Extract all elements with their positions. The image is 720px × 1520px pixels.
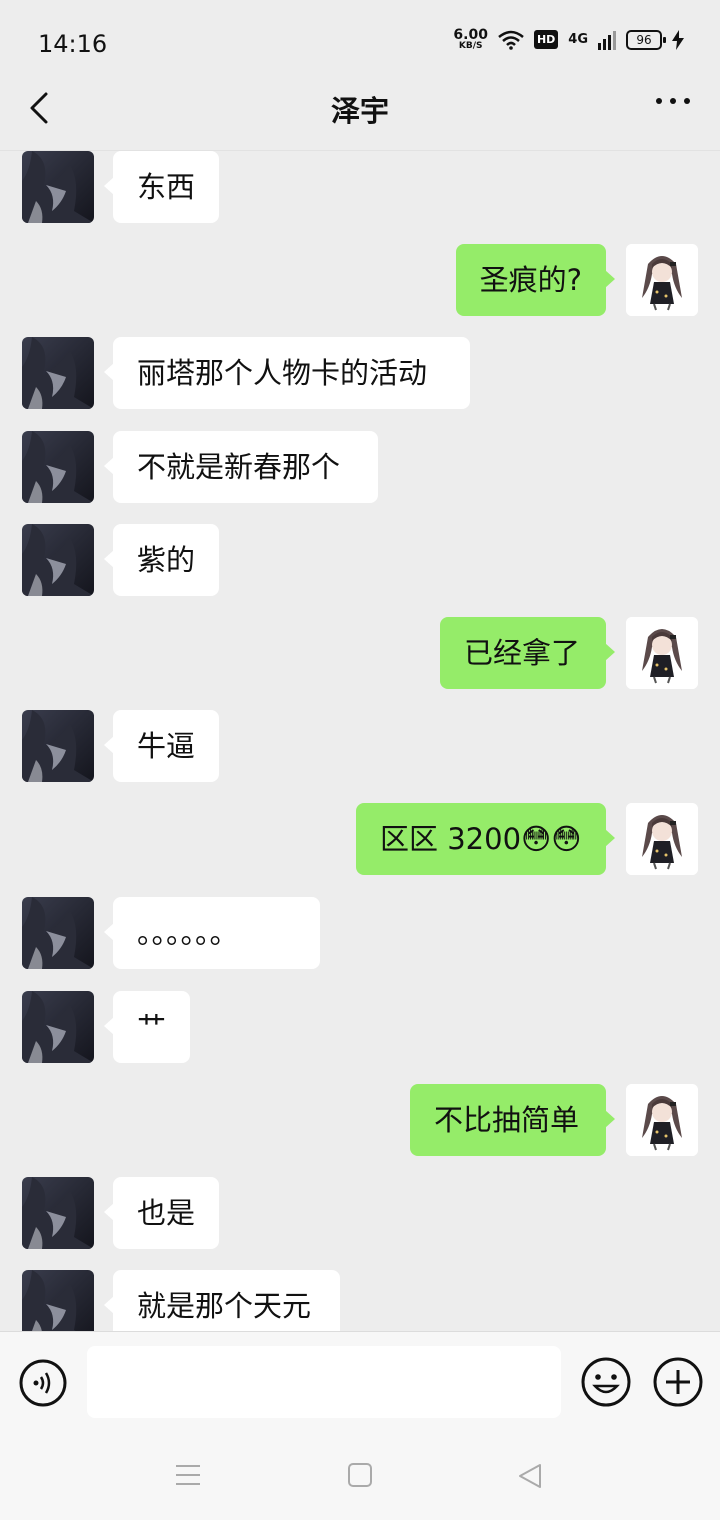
contact-avatar[interactable]	[22, 991, 94, 1063]
message-row: 也是	[0, 1177, 720, 1249]
contact-avatar[interactable]	[22, 337, 94, 409]
status-time: 14:16	[38, 30, 108, 58]
message-row: 区区 3200😳😳	[0, 803, 720, 875]
message-row: 丽塔那个人物卡的活动	[0, 337, 720, 409]
sent-message-bubble[interactable]: 不比抽简单	[410, 1084, 615, 1156]
message-row: 牛逼	[0, 710, 720, 782]
received-message-bubble[interactable]: 东西	[103, 151, 220, 223]
more-dots-icon[interactable]	[656, 98, 690, 104]
contact-avatar[interactable]	[22, 897, 94, 969]
message-row: 东西	[0, 151, 720, 223]
wifi-icon	[498, 30, 524, 50]
signal-bars-icon	[598, 30, 616, 50]
message-row: 不比抽简单	[0, 1084, 720, 1156]
sent-message-bubble[interactable]: 已经拿了	[440, 617, 615, 689]
contact-avatar[interactable]	[22, 710, 94, 782]
received-message-bubble[interactable]: 也是	[103, 1177, 220, 1249]
message-row: 紫的	[0, 524, 720, 596]
emoji-icon[interactable]	[580, 1356, 632, 1408]
back-nav-icon[interactable]	[516, 1462, 544, 1490]
status-icons: 6.00 KB/S HD 4G 96	[453, 28, 684, 51]
charging-icon	[672, 29, 684, 50]
voice-icon[interactable]	[18, 1358, 68, 1408]
message-row: 圣痕的?	[0, 244, 720, 316]
contact-avatar[interactable]	[22, 1177, 94, 1249]
signal-indicator: 4G	[568, 32, 588, 47]
contact-avatar[interactable]	[22, 431, 94, 503]
plus-icon[interactable]	[652, 1356, 704, 1408]
received-message-bubble[interactable]: 。。。。。。	[104, 897, 320, 969]
received-message-bubble[interactable]: 紫的	[103, 524, 220, 596]
system-nav-bar	[0, 1432, 720, 1520]
chat-header: 泽宇	[0, 70, 720, 151]
sent-message-bubble[interactable]: 圣痕的?	[455, 244, 616, 316]
message-row: 已经拿了	[0, 617, 720, 689]
self-avatar[interactable]	[626, 244, 698, 316]
received-message-bubble[interactable]: 丽塔那个人物卡的活动	[104, 337, 470, 409]
self-avatar[interactable]	[626, 1084, 698, 1156]
received-message-bubble[interactable]: 不就是新春那个	[104, 431, 378, 503]
battery-indicator: 96	[626, 29, 666, 50]
menu-icon[interactable]	[174, 1462, 202, 1488]
input-bar	[0, 1331, 720, 1432]
received-message-bubble[interactable]: 牛逼	[103, 710, 220, 782]
sent-message-bubble[interactable]: 区区 3200😳😳	[356, 803, 615, 875]
message-row: 就是那个天元	[0, 1270, 720, 1331]
message-row: 。。。。。。	[0, 897, 720, 969]
contact-avatar[interactable]	[22, 1270, 94, 1331]
received-message-bubble[interactable]: 就是那个天元	[104, 1270, 340, 1331]
hd-badge: HD	[533, 30, 559, 49]
message-row: 不就是新春那个	[0, 431, 720, 503]
message-row: 艹	[0, 991, 720, 1063]
message-list[interactable]: 东西圣痕的? 丽塔那个人物卡的活动 不就是新春那个 紫的已经拿了牛逼区区 3200😳😳…	[0, 151, 720, 1331]
contact-avatar[interactable]	[22, 151, 94, 223]
self-avatar[interactable]	[626, 617, 698, 689]
contact-avatar[interactable]	[22, 524, 94, 596]
self-avatar[interactable]	[626, 803, 698, 875]
home-icon[interactable]	[347, 1462, 373, 1488]
chat-title: 泽宇	[330, 94, 389, 128]
received-message-bubble[interactable]: 艹	[103, 991, 191, 1063]
message-input[interactable]	[87, 1346, 561, 1418]
network-speed: 6.00 KB/S	[453, 27, 488, 51]
